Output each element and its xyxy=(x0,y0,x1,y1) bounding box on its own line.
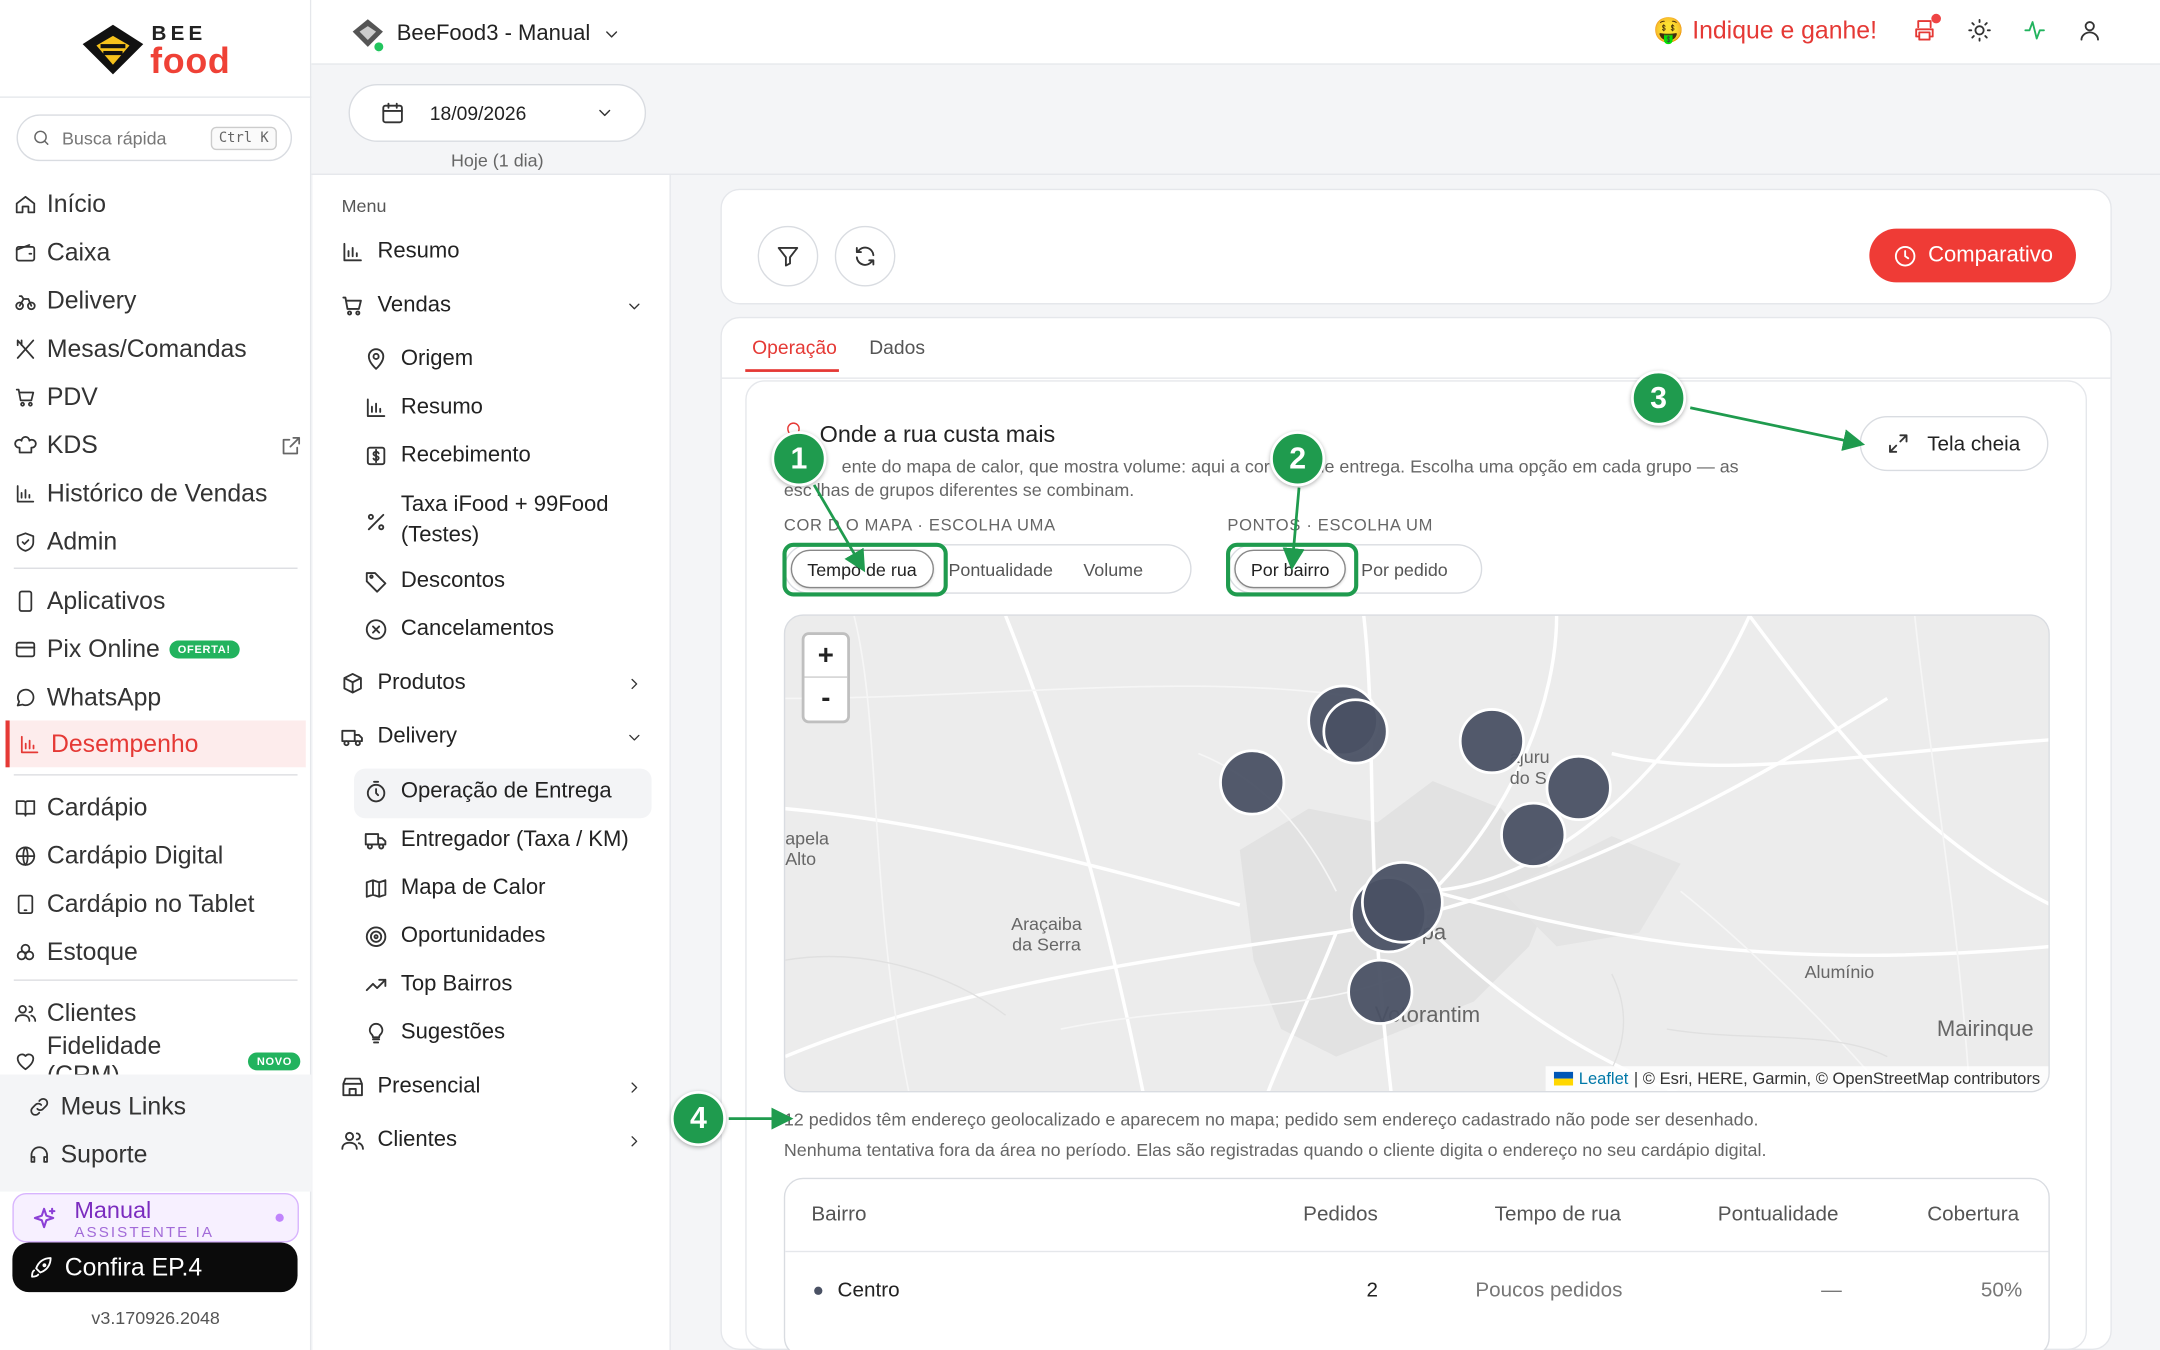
annotation-arrows xyxy=(728,406,1866,1130)
annotation-marker-2: 2 xyxy=(1270,431,1326,487)
annotation-marker-1: 1 xyxy=(771,431,827,487)
annotation-marker-3: 3 xyxy=(1631,370,1687,426)
annotation-marker-4: 4 xyxy=(670,1091,726,1147)
